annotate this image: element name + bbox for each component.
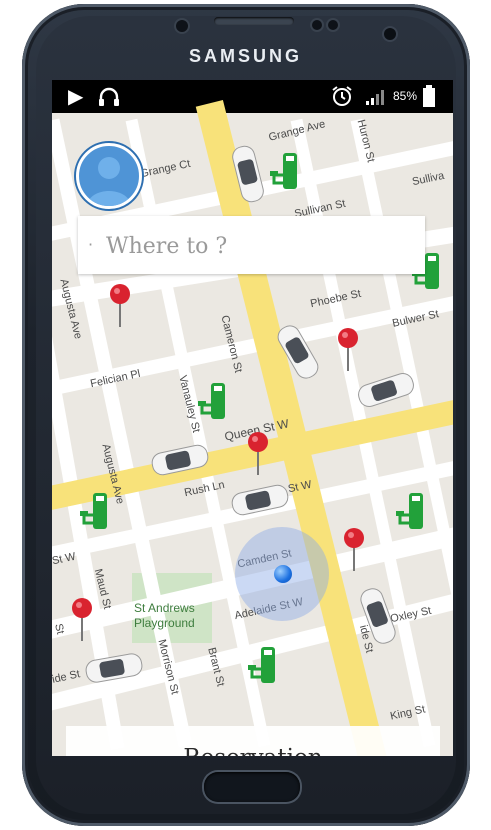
battery-icon: [423, 85, 435, 107]
front-camera-icon: [384, 28, 396, 40]
user-avatar[interactable]: [76, 143, 142, 209]
park-label: St Andrews: [134, 601, 195, 615]
ev-charger-icon[interactable]: [198, 383, 230, 423]
ev-charger-icon[interactable]: [248, 647, 280, 687]
ev-charger-icon[interactable]: [270, 153, 302, 193]
map-pin-icon[interactable]: [336, 327, 360, 371]
device-brand: SAMSUNG: [188, 46, 302, 66]
park-label: Playground: [134, 616, 195, 630]
screen: ▶ 85% Grange Ave Huron St Sullivan St Su…: [52, 80, 453, 756]
alarm-icon: [332, 86, 352, 106]
map-pin-icon[interactable]: [246, 431, 270, 475]
headphones-icon: [99, 87, 119, 106]
map-pin-icon[interactable]: [342, 527, 366, 571]
map-pin-icon[interactable]: [108, 283, 132, 327]
ev-charger-icon[interactable]: [80, 493, 112, 533]
sensor-icon: [328, 20, 338, 30]
speaker-grille: [214, 17, 294, 25]
search-bullet-icon: ·: [88, 235, 94, 254]
home-button[interactable]: [204, 772, 300, 802]
signal-icon: [366, 90, 384, 105]
destination-input[interactable]: [104, 227, 418, 265]
user-icon: [87, 157, 131, 206]
map-view[interactable]: Grange Ave Huron St Sullivan St Sulliva …: [52, 100, 453, 756]
map-pin-icon[interactable]: [70, 597, 94, 641]
sensor-icon: [176, 20, 188, 32]
play-icon: ▶: [68, 84, 84, 108]
reservation-button[interactable]: Reservation: [66, 726, 440, 756]
destination-search-box[interactable]: ·: [78, 216, 425, 274]
battery-percent: 85%: [393, 89, 418, 103]
my-location-icon: [274, 565, 292, 583]
sensor-icon: [312, 20, 322, 30]
ev-charger-icon[interactable]: [396, 493, 428, 533]
status-bar: ▶ 85%: [52, 80, 453, 113]
